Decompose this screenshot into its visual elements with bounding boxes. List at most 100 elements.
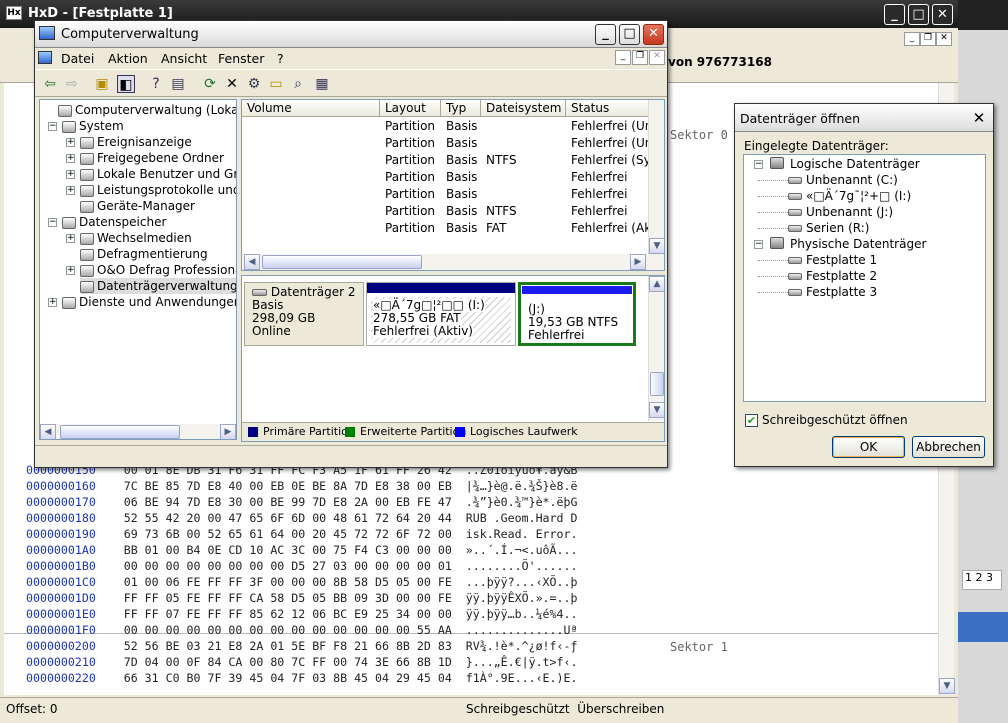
open-folder-icon[interactable]: ▭	[267, 75, 285, 93]
hex-ascii[interactable]: RUB .Geom.Hard D	[466, 511, 578, 525]
tree-expander[interactable]: +	[66, 186, 75, 195]
hex-row[interactable]: 0000000220 66 31 C0 B0 7F 39 45 04 7F 03…	[26, 670, 577, 686]
volume-row[interactable]: (J:)PartitionBasisNTFSFehlerfrei	[242, 203, 652, 220]
physical-drives-label[interactable]: Physische Datenträger	[790, 236, 926, 252]
hex-ascii[interactable]: isk.Read. Error.	[466, 527, 578, 541]
hex-row[interactable]: 0000000190 69 73 6B 00 52 65 61 64 00 20…	[26, 526, 577, 542]
child-minimize-button[interactable]: _	[615, 50, 631, 65]
disk-tree[interactable]: − Logische Datenträger Unbenannt (C:) «□Ä…	[743, 154, 986, 402]
menu-fenster[interactable]: Fenster	[218, 51, 264, 66]
tree-expander[interactable]: +	[66, 234, 75, 243]
hex-bytes[interactable]: 66 31 C0 B0 7F 39 45 04 7F 03 8B 45 04 2…	[124, 671, 452, 685]
search-icon[interactable]: ⌕	[289, 75, 307, 93]
tree-expander[interactable]: +	[66, 138, 75, 147]
tree-item[interactable]: Defragmentierung	[80, 246, 208, 262]
tree-item[interactable]: Computerverwaltung (Lokal)	[58, 102, 236, 118]
hex-ascii[interactable]: ÿÿ.þÿÿ…b..¼é%4..	[466, 607, 578, 621]
tree-item[interactable]: Datenspeicher	[62, 214, 166, 230]
hex-bytes[interactable]: 52 56 BE 03 21 E8 2A 01 5E BF F8 21 66 8…	[124, 639, 452, 653]
settings-icon[interactable]: ⚙	[245, 75, 263, 93]
hex-bytes[interactable]: 01 00 06 FE FF FF 3F 00 00 00 8B 58 D5 0…	[124, 575, 452, 589]
hex-row[interactable]: 0000000180 52 55 42 20 00 47 65 6F 6D 00…	[26, 510, 577, 526]
partition-j[interactable]: (J:) 19,53 GB NTFS Fehlerfrei	[518, 282, 636, 346]
tree-scroll-left[interactable]: ◀	[40, 424, 56, 439]
tree-expander[interactable]: +	[66, 170, 75, 179]
hex-row[interactable]: 0000000170 06 BE 94 7D E8 30 00 BE 99 7D…	[26, 494, 577, 510]
hex-bytes[interactable]: FF FF 07 FE FF FF 85 62 12 06 BC E9 25 3…	[124, 607, 452, 621]
vol-hscrollbar[interactable]: ◀ ▶	[242, 254, 664, 270]
vol-scroll-left[interactable]: ◀	[244, 254, 260, 270]
dlg-close-button[interactable]: ✕	[969, 108, 989, 128]
menu-aktion[interactable]: Aktion	[108, 51, 148, 66]
hex-bytes[interactable]: 7C BE 85 7D E8 40 00 EB 0E BE 8A 7D E8 3…	[124, 479, 452, 493]
up-folder-icon[interactable]: ▣	[93, 75, 111, 93]
volume-row[interactable]: «□Ä´7g□¦²□□ (I:)PartitionBasisFATFehlerf…	[242, 220, 652, 237]
hex-row[interactable]: 00000001A0 BB 01 00 B4 0E CD 10 AC 3C 00…	[26, 542, 577, 558]
graph-scroll-thumb[interactable]	[650, 372, 664, 396]
hex-row[interactable]: 0000000160 7C BE 85 7D E8 40 00 EB 0E BE…	[26, 478, 577, 494]
hex-row[interactable]: 00000001C0 01 00 06 FE FF FF 3F 00 00 00…	[26, 574, 577, 590]
volume-row[interactable]: (E:)PartitionBasisFehlerfrei	[242, 169, 652, 186]
graph-vscrollbar[interactable]: ▲ ▼	[648, 276, 664, 421]
hex-ascii[interactable]: ÿÿ.þÿÿÊXÕ.».=..þ	[466, 591, 578, 605]
minimize-button[interactable]: _	[884, 4, 905, 25]
tree-item[interactable]: Lokale Benutzer und Gruppen	[80, 166, 236, 182]
hex-bytes[interactable]: 69 73 6B 00 52 65 61 64 00 20 45 72 72 6…	[124, 527, 452, 541]
vol-vscrollbar[interactable]: ▼	[648, 100, 664, 254]
refresh-icon[interactable]: ⟳	[201, 75, 219, 93]
physical-expander[interactable]: −	[754, 240, 763, 249]
readonly-checkbox[interactable]: ✔	[745, 414, 758, 427]
help-icon[interactable]: ?	[147, 75, 165, 93]
hex-row[interactable]: 00000001F0 00 00 00 00 00 00 00 00 00 00…	[26, 622, 577, 638]
hex-ascii[interactable]: ...þÿÿ?...‹XÕ..þ	[466, 575, 578, 589]
tree-scroll-right[interactable]: ▶	[220, 424, 236, 439]
hex-bytes[interactable]: 52 55 42 20 00 47 65 6F 6D 00 48 61 72 6…	[124, 511, 452, 525]
graph-scroll-up[interactable]: ▲	[649, 276, 664, 292]
hex-row[interactable]: 00000001D0 FF FF 05 FE FF FF CA 58 D5 05…	[26, 590, 577, 606]
volume-list[interactable]: Volume Layout Typ Dateisystem Status Par…	[241, 99, 665, 271]
col-status[interactable]: Status	[566, 100, 652, 117]
tree-item[interactable]: System	[62, 118, 124, 134]
tree-item[interactable]: Freigegebene Ordner	[80, 150, 224, 166]
col-typ[interactable]: Typ	[441, 100, 481, 117]
properties-icon[interactable]: ▤	[169, 75, 187, 93]
tree-item[interactable]: Ereignisanzeige	[80, 134, 192, 150]
hex-bytes[interactable]: 00 00 00 00 00 00 00 00 00 00 00 00 00 0…	[124, 623, 452, 637]
tree-item[interactable]: O&O Defrag Professional	[80, 262, 236, 278]
back-arrow-icon[interactable]: ⇦	[41, 75, 59, 93]
hex-ascii[interactable]: RV¾.!è*.^¿ø!f‹-ƒ	[466, 639, 578, 653]
maximize-button[interactable]: □	[908, 4, 929, 25]
vol-scroll-down[interactable]: ▼	[649, 238, 664, 254]
logical-drives-label[interactable]: Logische Datenträger	[790, 156, 920, 172]
disk-tree-item[interactable]: Festplatte 2	[788, 268, 877, 284]
cv-close-button[interactable]: ✕	[643, 24, 664, 45]
tree-expander[interactable]: +	[66, 266, 75, 275]
tree-item[interactable]: Dienste und Anwendungen	[62, 294, 236, 310]
mdi-minimize-button[interactable]: _	[904, 32, 920, 46]
disk-tree-item[interactable]: Serien (R:)	[788, 220, 869, 236]
vol-scroll-right[interactable]: ▶	[630, 254, 646, 270]
col-volume[interactable]: Volume	[242, 100, 380, 117]
disk-info-panel[interactable]: Datenträger 2 Basis 298,09 GB Online	[244, 282, 364, 346]
hex-bytes[interactable]: BB 01 00 B4 0E CD 10 AC 3C 00 75 F4 C3 0…	[124, 543, 452, 557]
hex-bytes[interactable]: FF FF 05 FE FF FF CA 58 D5 05 BB 09 3D 0…	[124, 591, 452, 605]
disk-tree-item[interactable]: Festplatte 1	[788, 252, 877, 268]
child-restore-button[interactable]: ❐	[632, 50, 648, 65]
tree-expander[interactable]: +	[48, 298, 57, 307]
hex-bytes[interactable]: 00 00 00 00 00 00 00 00 D5 27 03 00 00 0…	[124, 559, 452, 573]
delete-icon[interactable]: ✕	[223, 75, 241, 93]
tree-item[interactable]: Datenträgerverwaltung	[80, 278, 236, 294]
navigation-tree[interactable]: Computerverwaltung (Lokal) − System + Ereign…	[39, 99, 237, 440]
disk-tree-item[interactable]: Festplatte 3	[788, 284, 877, 300]
close-button[interactable]: ✕	[932, 4, 953, 25]
forward-arrow-icon[interactable]: ⇨	[63, 75, 81, 93]
hex-ascii[interactable]: ..............Uª	[466, 623, 578, 637]
tree-scroll-thumb[interactable]	[60, 425, 180, 439]
tree-item[interactable]: Wechselmedien	[80, 230, 192, 246]
ok-button[interactable]: OK	[832, 436, 905, 458]
tree-expander[interactable]: +	[66, 154, 75, 163]
disk-tree-item[interactable]: Unbenannt (C:)	[788, 172, 898, 188]
tree-expander[interactable]: −	[48, 218, 57, 227]
child-close-button[interactable]: ✕	[649, 50, 665, 65]
hex-ascii[interactable]: |¾…}è@.ë.¾Š}è8.ë	[466, 479, 578, 493]
